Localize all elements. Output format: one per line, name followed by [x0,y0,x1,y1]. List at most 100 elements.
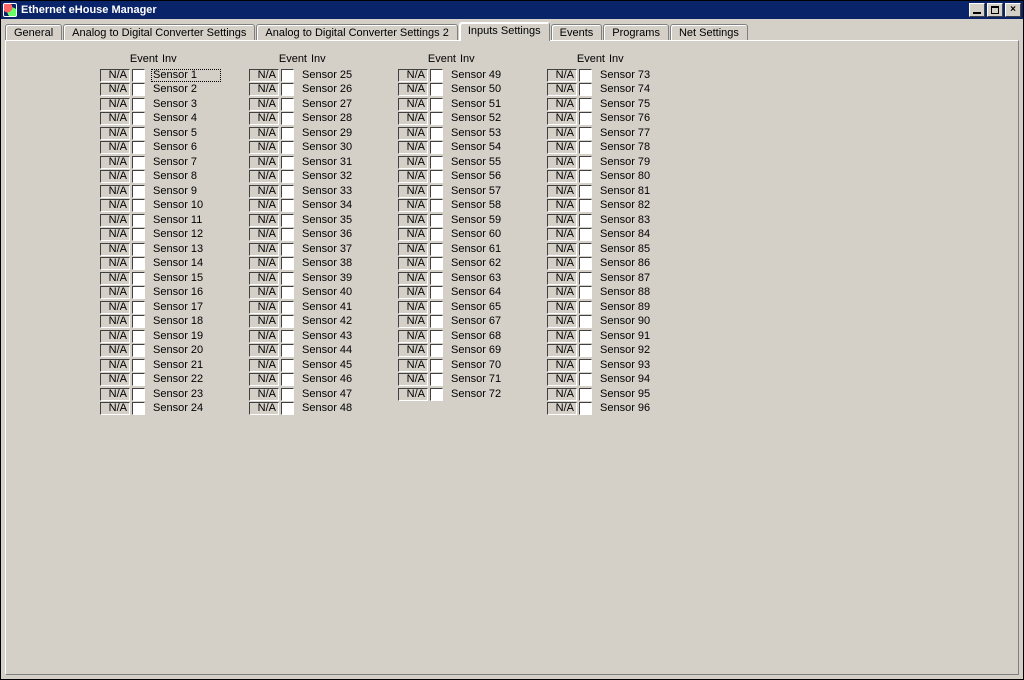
event-value[interactable]: N/A [100,83,130,96]
sensor-name[interactable]: Sensor 88 [598,286,668,299]
event-value[interactable]: N/A [547,228,577,241]
sensor-name[interactable]: Sensor 10 [151,199,221,212]
invert-checkbox[interactable] [430,272,443,285]
minimize-button[interactable] [969,3,985,17]
invert-checkbox[interactable] [132,257,145,270]
sensor-name[interactable]: Sensor 84 [598,228,668,241]
event-value[interactable]: N/A [398,127,428,140]
close-button[interactable]: × [1005,3,1021,17]
invert-checkbox[interactable] [132,228,145,241]
event-value[interactable]: N/A [249,286,279,299]
invert-checkbox[interactable] [430,156,443,169]
event-value[interactable]: N/A [249,141,279,154]
sensor-name[interactable]: Sensor 24 [151,402,221,415]
sensor-name[interactable]: Sensor 78 [598,141,668,154]
sensor-name[interactable]: Sensor 92 [598,344,668,357]
invert-checkbox[interactable] [430,388,443,401]
sensor-name[interactable]: Sensor 82 [598,199,668,212]
event-value[interactable]: N/A [547,199,577,212]
invert-checkbox[interactable] [579,330,592,343]
invert-checkbox[interactable] [579,388,592,401]
event-value[interactable]: N/A [398,69,428,82]
event-value[interactable]: N/A [398,156,428,169]
invert-checkbox[interactable] [132,170,145,183]
sensor-name[interactable]: Sensor 64 [449,286,519,299]
invert-checkbox[interactable] [579,344,592,357]
sensor-name[interactable]: Sensor 45 [300,359,370,372]
invert-checkbox[interactable] [579,243,592,256]
sensor-name[interactable]: Sensor 80 [598,170,668,183]
event-value[interactable]: N/A [547,243,577,256]
sensor-name[interactable]: Sensor 52 [449,112,519,125]
event-value[interactable]: N/A [249,373,279,386]
invert-checkbox[interactable] [132,199,145,212]
event-value[interactable]: N/A [398,83,428,96]
sensor-name[interactable]: Sensor 57 [449,185,519,198]
event-value[interactable]: N/A [547,388,577,401]
event-value[interactable]: N/A [100,257,130,270]
event-value[interactable]: N/A [100,402,130,415]
sensor-name[interactable]: Sensor 16 [151,286,221,299]
event-value[interactable]: N/A [249,243,279,256]
sensor-name[interactable]: Sensor 18 [151,315,221,328]
event-value[interactable]: N/A [398,344,428,357]
invert-checkbox[interactable] [132,98,145,111]
invert-checkbox[interactable] [579,112,592,125]
sensor-name[interactable]: Sensor 38 [300,257,370,270]
sensor-name[interactable]: Sensor 21 [151,359,221,372]
event-value[interactable]: N/A [100,214,130,227]
invert-checkbox[interactable] [281,301,294,314]
invert-checkbox[interactable] [579,257,592,270]
invert-checkbox[interactable] [430,373,443,386]
invert-checkbox[interactable] [132,69,145,82]
invert-checkbox[interactable] [281,272,294,285]
sensor-name[interactable]: Sensor 74 [598,83,668,96]
invert-checkbox[interactable] [281,228,294,241]
event-value[interactable]: N/A [100,301,130,314]
event-value[interactable]: N/A [249,344,279,357]
sensor-name[interactable]: Sensor 48 [300,402,370,415]
invert-checkbox[interactable] [579,373,592,386]
event-value[interactable]: N/A [100,112,130,125]
event-value[interactable]: N/A [249,388,279,401]
sensor-name[interactable]: Sensor 70 [449,359,519,372]
sensor-name[interactable]: Sensor 89 [598,301,668,314]
invert-checkbox[interactable] [430,170,443,183]
sensor-name[interactable]: Sensor 39 [300,272,370,285]
event-value[interactable]: N/A [398,214,428,227]
event-value[interactable]: N/A [100,359,130,372]
event-value[interactable]: N/A [398,257,428,270]
event-value[interactable]: N/A [398,388,428,401]
event-value[interactable]: N/A [100,69,130,82]
event-value[interactable]: N/A [100,170,130,183]
maximize-button[interactable] [987,3,1003,17]
invert-checkbox[interactable] [281,127,294,140]
event-value[interactable]: N/A [100,185,130,198]
sensor-name[interactable]: Sensor 77 [598,127,668,140]
event-value[interactable]: N/A [249,330,279,343]
event-value[interactable]: N/A [100,315,130,328]
event-value[interactable]: N/A [398,359,428,372]
invert-checkbox[interactable] [579,359,592,372]
invert-checkbox[interactable] [430,286,443,299]
sensor-name[interactable]: Sensor 87 [598,272,668,285]
event-value[interactable]: N/A [398,315,428,328]
event-value[interactable]: N/A [249,83,279,96]
invert-checkbox[interactable] [281,286,294,299]
sensor-name[interactable]: Sensor 43 [300,330,370,343]
invert-checkbox[interactable] [132,402,145,415]
event-value[interactable]: N/A [100,388,130,401]
tab-inputs-settings[interactable]: Inputs Settings [459,22,550,41]
event-value[interactable]: N/A [547,156,577,169]
invert-checkbox[interactable] [132,185,145,198]
sensor-name[interactable]: Sensor 79 [598,156,668,169]
event-value[interactable]: N/A [249,185,279,198]
invert-checkbox[interactable] [430,330,443,343]
sensor-name[interactable]: Sensor 55 [449,156,519,169]
invert-checkbox[interactable] [281,402,294,415]
event-value[interactable]: N/A [547,127,577,140]
invert-checkbox[interactable] [281,185,294,198]
sensor-name[interactable]: Sensor 60 [449,228,519,241]
event-value[interactable]: N/A [249,315,279,328]
invert-checkbox[interactable] [579,228,592,241]
